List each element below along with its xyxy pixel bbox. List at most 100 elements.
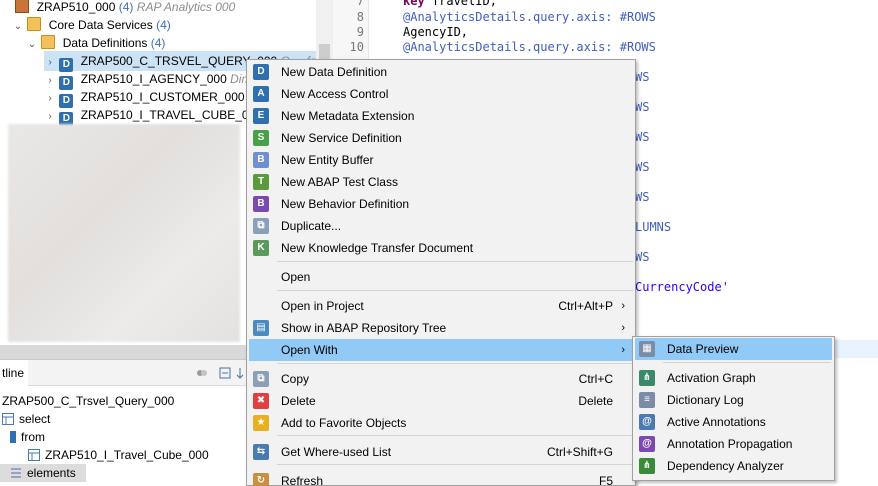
menu-separator bbox=[277, 261, 633, 262]
service-definition-icon: S bbox=[253, 130, 269, 146]
menu-item-new-access-control[interactable]: A New Access Control bbox=[249, 83, 633, 105]
folder-icon bbox=[41, 35, 56, 49]
submenu-item-label: Dictionary Log bbox=[667, 393, 744, 407]
code-fragment: WS bbox=[635, 160, 650, 174]
annotations-icon: @ bbox=[639, 414, 655, 430]
menu-item-show-in-abap-repository-tree[interactable]: ▤ Show in ABAP Repository Tree › bbox=[249, 317, 633, 339]
outline-elements[interactable]: elements bbox=[0, 464, 86, 482]
sort-icon[interactable] bbox=[236, 367, 244, 379]
code-fragment: WS bbox=[635, 250, 650, 264]
knowledge-transfer-icon: K bbox=[253, 240, 269, 256]
menu-item-label: New Metadata Extension bbox=[281, 109, 415, 123]
tab-outline[interactable]: tline bbox=[0, 360, 28, 386]
context-menu: D New Data Definition A New Access Control E… bbox=[246, 59, 636, 486]
menu-item-label: New Data Definition bbox=[281, 65, 388, 79]
access-control-icon: A bbox=[253, 86, 269, 102]
submenu-item-data-preview[interactable]: ▦ Data Preview bbox=[635, 338, 832, 360]
link-editor-icon[interactable] bbox=[196, 367, 208, 379]
annotation-propagation-icon: @ bbox=[639, 436, 655, 452]
line-number: 10 bbox=[349, 40, 364, 54]
menu-item-new-service-definition[interactable]: S New Service Definition bbox=[249, 127, 633, 149]
line-number: 7 bbox=[356, 0, 364, 8]
menu-item-open[interactable]: Open bbox=[249, 266, 633, 288]
submenu-arrow-icon: › bbox=[621, 300, 625, 312]
behavior-definition-icon: B bbox=[253, 196, 269, 212]
dependency-analyzer-icon: ⋔ bbox=[639, 458, 655, 474]
submenu-item-label: Activation Graph bbox=[667, 371, 756, 385]
menu-item-copy[interactable]: ⧉ Copy Ctrl+C bbox=[249, 368, 633, 390]
line-number: 9 bbox=[356, 25, 364, 39]
outline-select[interactable]: select bbox=[2, 410, 50, 428]
menu-item-label: New Access Control bbox=[281, 87, 389, 101]
menu-item-new-knowledge-transfer-document[interactable]: K New Knowledge Transfer Document bbox=[249, 237, 633, 259]
data-definition-icon: D bbox=[253, 64, 269, 80]
tree-node-core-data-services[interactable]: ⌄ Core Data Services (4) bbox=[12, 15, 171, 35]
submenu-item-annotation-propagation[interactable]: @ Annotation Propagation bbox=[635, 433, 832, 455]
menu-item-add-to-favorite-objects[interactable]: ★ Add to Favorite Objects bbox=[249, 412, 633, 434]
folder-icon bbox=[27, 17, 42, 31]
menu-item-new-behavior-definition[interactable]: B New Behavior Definition bbox=[249, 193, 633, 215]
tree-node-data-definitions[interactable]: ⌄ Data Definitions (4) bbox=[26, 33, 165, 53]
dictionary-log-icon: ≡ bbox=[639, 392, 655, 408]
package-icon bbox=[15, 0, 30, 13]
menu-item-label: Add to Favorite Objects bbox=[281, 416, 407, 430]
table-icon bbox=[28, 448, 40, 461]
chevron-down-icon[interactable]: ⌄ bbox=[26, 35, 38, 55]
outline-header: tline bbox=[0, 360, 246, 386]
code-line: @AnalyticsDetails.query.axis: #ROWS bbox=[403, 10, 656, 24]
repository-tree-icon: ▤ bbox=[253, 320, 269, 336]
menu-item-label: Refresh bbox=[281, 474, 324, 486]
menu-separator bbox=[277, 435, 633, 436]
refresh-icon: ↻ bbox=[253, 473, 269, 486]
delete-icon: ✖ bbox=[253, 393, 269, 409]
menu-item-new-metadata-extension[interactable]: E New Metadata Extension bbox=[249, 105, 633, 127]
menu-item-duplicate[interactable]: ⧉ Duplicate... bbox=[249, 215, 633, 237]
tree-item-travel-cube[interactable]: › D ZRAP510_I_TRAVEL_CUBE_000 bbox=[44, 105, 262, 126]
where-used-icon: ⇆ bbox=[253, 444, 269, 460]
menu-item-refresh[interactable]: ↻ Refresh F5 bbox=[249, 470, 633, 486]
outline-root[interactable]: ZRAP500_C_Trsvel_Query_000 bbox=[2, 392, 174, 410]
menu-item-open-with[interactable]: Open With › bbox=[249, 339, 633, 361]
submenu-item-dictionary-log[interactable]: ≡ Dictionary Log bbox=[635, 389, 832, 411]
menu-item-new-entity-buffer[interactable]: B New Entity Buffer bbox=[249, 149, 633, 171]
menu-item-label: New Service Definition bbox=[281, 131, 402, 145]
menu-separator bbox=[663, 362, 831, 363]
code-fragment: WS bbox=[635, 70, 650, 84]
code-line: AgencyID, bbox=[403, 25, 469, 39]
menu-item-label: Duplicate... bbox=[281, 219, 342, 233]
submenu-item-label: Dependency Analyzer bbox=[667, 459, 784, 473]
menu-item-get-where-used-list[interactable]: ⇆ Get Where-used List Ctrl+Shift+G bbox=[249, 441, 633, 463]
open-with-submenu: ▦ Data Preview ⋔ Activation Graph ≡ Dictionar… bbox=[632, 336, 835, 481]
submenu-item-activation-graph[interactable]: ⋔ Activation Graph bbox=[635, 367, 832, 389]
tree-item-agency[interactable]: › D ZRAP510_I_AGENCY_000 Dime bbox=[44, 69, 258, 90]
submenu-item-active-annotations[interactable]: @ Active Annotations bbox=[635, 411, 832, 433]
submenu-item-dependency-analyzer[interactable]: ⋔ Dependency Analyzer bbox=[635, 455, 832, 477]
horizontal-scrollbar[interactable] bbox=[0, 345, 246, 359]
menu-item-open-in-project[interactable]: Open in Project Ctrl+Alt+P › bbox=[249, 295, 633, 317]
outline-from[interactable]: from bbox=[10, 428, 45, 446]
outline-source[interactable]: ZRAP510_I_Travel_Cube_000 bbox=[28, 446, 209, 464]
menu-item-label: Open in Project bbox=[281, 299, 364, 313]
collapse-all-icon[interactable] bbox=[219, 367, 231, 379]
code-fragment: CurrencyCode' bbox=[635, 280, 729, 294]
copy-icon: ⧉ bbox=[253, 371, 269, 387]
line-number: 8 bbox=[356, 10, 364, 24]
submenu-item-label: Annotation Propagation bbox=[667, 437, 793, 451]
source-icon bbox=[10, 431, 16, 443]
code-line: @AnalyticsDetails.query.axis: #ROWS bbox=[403, 40, 656, 54]
menu-item-label: Delete bbox=[281, 394, 316, 408]
menu-item-label: Open With bbox=[281, 343, 338, 357]
menu-item-new-abap-test-class[interactable]: T New ABAP Test Class bbox=[249, 171, 633, 193]
metadata-extension-icon: E bbox=[253, 108, 269, 124]
code-fragment: WS bbox=[635, 130, 650, 144]
outline-panel: tline ZRAP500_C_Trsvel_Query_000 select … bbox=[0, 359, 246, 486]
menu-item-shortcut: F5 bbox=[598, 474, 613, 486]
menu-item-new-data-definition[interactable]: D New Data Definition bbox=[249, 61, 633, 83]
chevron-down-icon[interactable]: ⌄ bbox=[12, 17, 24, 37]
tree-item-customer[interactable]: › D ZRAP510_I_CUSTOMER_000 Di bbox=[44, 87, 259, 108]
menu-item-label: Open bbox=[281, 270, 311, 284]
menu-item-delete[interactable]: ✖ Delete Delete bbox=[249, 390, 633, 412]
code-line: key TravelID, bbox=[403, 0, 497, 8]
menu-item-label: New Behavior Definition bbox=[281, 197, 410, 211]
menu-separator bbox=[277, 464, 633, 465]
